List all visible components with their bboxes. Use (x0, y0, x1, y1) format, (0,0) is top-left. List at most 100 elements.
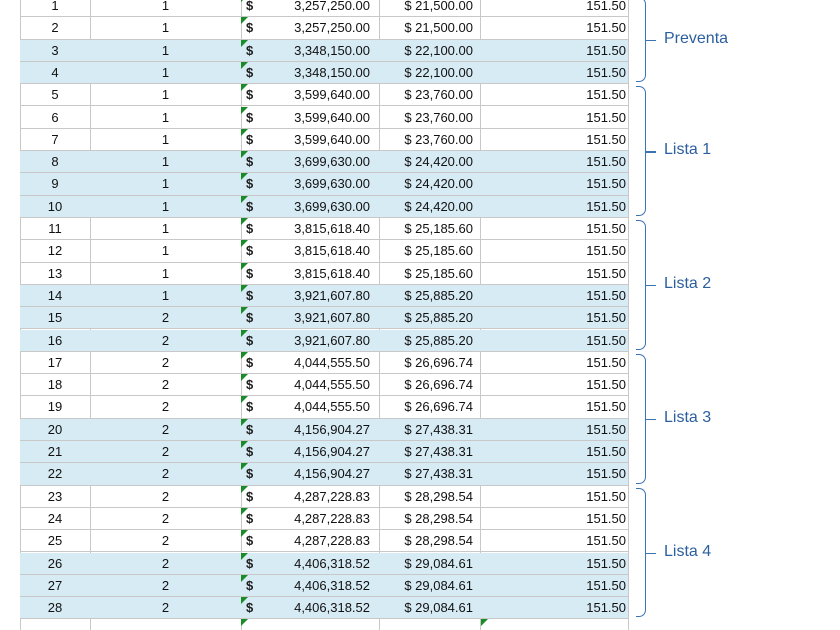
price-cell: 3,348,150.00 (294, 42, 370, 58)
rate-cell: 151.50 (586, 198, 626, 214)
currency-symbol: $ (246, 176, 254, 192)
quantity-cell: 1 (161, 109, 170, 125)
quantity-cell: 1 (161, 198, 170, 214)
quantity-cell: 2 (161, 421, 170, 437)
quantity-cell: 1 (161, 131, 170, 147)
quantity-cell: 2 (161, 377, 170, 393)
table-row: 12 1 $3,815,618.40 $ 25,185.60 151.50 (20, 240, 628, 263)
price-list-sheet: 1 1 $3,257,250.00 $ 21,500.00 151.50 2 1 $3,257… (0, 0, 840, 630)
group-bracket (636, 0, 646, 83)
currency-symbol: $ (246, 421, 254, 437)
row-number: 28 (47, 600, 63, 616)
quantity-cell: 2 (161, 332, 170, 348)
group-bracket (636, 86, 646, 216)
price-cell: 3,921,607.80 (294, 310, 370, 326)
quantity-cell: 2 (161, 577, 170, 593)
rate-cell: 151.50 (586, 265, 626, 281)
row-number: 9 (51, 176, 59, 192)
currency-symbol: $ (246, 533, 254, 549)
table-row: 6 1 $3,599,640.00 $ 23,760.00 151.50 (20, 106, 628, 129)
quantity-cell: 2 (161, 444, 170, 459)
quantity-cell: 2 (161, 354, 170, 370)
rate-cell: 151.50 (586, 287, 626, 303)
table-row: 27 2 $4,406,318.52 $ 29,084.61 151.50 (20, 574, 628, 598)
price-cell: 4,287,228.83 (294, 533, 370, 549)
table-row: 5 1 $3,599,640.00 $ 23,760.00 151.50 (20, 84, 628, 107)
table-row: 24 2 $4,287,228.83 $ 28,298.54 151.50 (20, 507, 628, 531)
unit-price-cell: $ 25,885.20 (404, 287, 473, 303)
quantity-cell: 1 (161, 287, 170, 303)
rate-cell: 151.50 (586, 154, 626, 170)
table-row: 18 2 $4,044,555.50 $ 26,696.74 151.50 (20, 374, 628, 397)
row-number: 10 (47, 198, 63, 214)
quantity-cell: 1 (161, 243, 170, 259)
rate-cell: 151.50 (586, 377, 626, 393)
currency-symbol: $ (246, 488, 254, 504)
unit-price-cell: $ 28,298.54 (404, 510, 473, 526)
unit-price-cell: $ 23,760.00 (404, 109, 473, 125)
price-cell: 4,156,904.27 (294, 466, 370, 482)
partial-row (20, 619, 628, 629)
row-number: 14 (47, 287, 63, 303)
price-cell: 3,699,630.00 (294, 176, 370, 192)
group-label: Preventa (664, 29, 729, 47)
rate-cell: 151.50 (586, 510, 626, 526)
price-cell: 3,257,250.00 (294, 20, 370, 36)
rate-cell: 151.50 (586, 42, 626, 58)
quantity-cell: 1 (161, 265, 170, 281)
currency-symbol: $ (246, 399, 254, 415)
rate-cell: 151.50 (586, 577, 626, 593)
currency-symbol: $ (246, 444, 254, 459)
table-row: 3 1 $3,348,150.00 $ 22,100.00 151.50 (20, 39, 628, 62)
rate-cell: 151.50 (586, 176, 626, 192)
row-number: 11 (48, 221, 62, 236)
rate-cell: 151.50 (586, 466, 626, 482)
currency-symbol: $ (246, 310, 254, 326)
rate-cell: 151.50 (586, 109, 626, 125)
unit-price-cell: $ 22,100.00 (404, 42, 473, 58)
table-row: 19 2 $4,044,555.50 $ 26,696.74 151.50 (20, 396, 628, 419)
price-cell: 3,599,640.00 (294, 87, 370, 103)
currency-symbol: $ (246, 377, 254, 393)
row-number: 2 (51, 20, 59, 36)
row-number: 12 (47, 243, 63, 259)
bracket-tick (646, 418, 656, 421)
currency-symbol: $ (246, 287, 254, 303)
bracket-tick (646, 284, 656, 287)
quantity-cell: 2 (161, 533, 170, 549)
quantity-cell: 1 (161, 87, 170, 103)
price-cell: 3,699,630.00 (294, 198, 370, 214)
row-number: 27 (47, 577, 63, 593)
currency-symbol: $ (246, 510, 254, 526)
quantity-cell: 1 (161, 20, 170, 36)
table-row: 8 1 $3,699,630.00 $ 24,420.00 151.50 (20, 151, 628, 174)
error-indicator-icon (481, 619, 488, 627)
row-number: 15 (47, 310, 63, 326)
price-cell: 4,406,318.52 (294, 555, 370, 571)
unit-price-cell: $ 23,760.00 (404, 131, 473, 147)
currency-symbol: $ (246, 42, 254, 58)
group-label: Lista 3 (664, 408, 712, 426)
quantity-cell: 1 (161, 154, 170, 170)
table-row: 17 2 $4,044,555.50 $ 26,696.74 151.50 (20, 351, 628, 375)
unit-price-cell: $ 24,420.00 (404, 198, 473, 214)
price-cell: 3,348,150.00 (294, 64, 370, 80)
table-row: 28 2 $4,406,318.52 $ 29,084.61 151.50 (20, 597, 628, 620)
rate-cell: 151.50 (586, 87, 626, 103)
rate-cell: 151.50 (586, 444, 626, 459)
row-number: 25 (47, 533, 63, 549)
row-number: 17 (47, 354, 63, 370)
unit-price-cell: $ 23,760.00 (404, 87, 473, 103)
currency-symbol: $ (246, 600, 254, 616)
quantity-cell: 1 (161, 176, 170, 192)
table-row: 2 1 $3,257,250.00 $ 21,500.00 151.50 (20, 17, 628, 40)
table-row: 26 2 $4,406,318.52 $ 29,084.61 151.50 (20, 552, 628, 575)
currency-symbol: $ (246, 332, 254, 348)
currency-symbol: $ (246, 131, 254, 147)
table-row: 9 1 $3,699,630.00 $ 24,420.00 151.50 (20, 173, 628, 196)
rate-cell: 151.50 (586, 421, 626, 437)
unit-price-cell: $ 21,500.00 (404, 20, 473, 36)
unit-price-cell: $ 26,696.74 (404, 377, 473, 393)
currency-symbol: $ (246, 198, 254, 214)
currency-symbol: $ (246, 221, 254, 236)
